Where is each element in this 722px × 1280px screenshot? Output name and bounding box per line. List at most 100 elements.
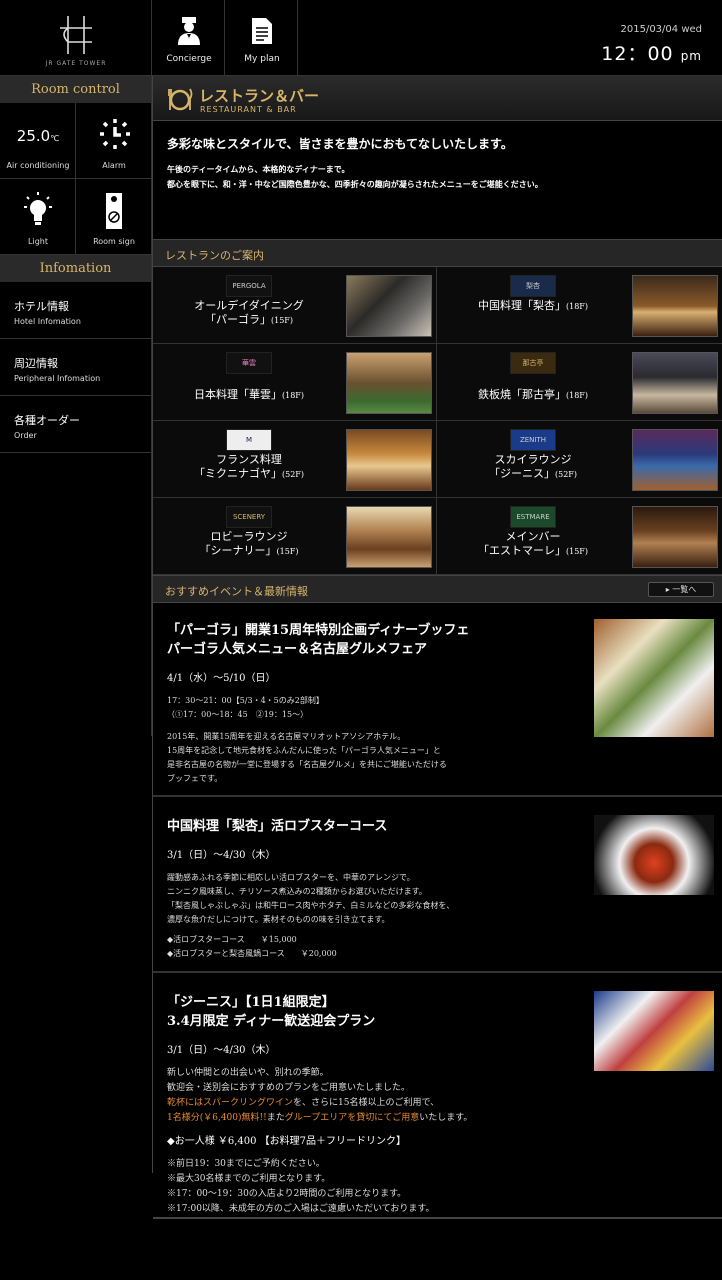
- sidebar-item-order[interactable]: 各種オーダー Order: [0, 396, 151, 453]
- restaurant-card[interactable]: PERGOLA オールデイダイニング 「パーゴラ」(15F): [153, 267, 437, 344]
- event-note: ※17：00～19：30の入店より2時間のご利用となります。: [167, 1189, 407, 1199]
- events-section-heading: おすすめイベント＆最新情報 ▸ 一覧へ: [153, 575, 722, 603]
- restaurant-photo: [346, 429, 432, 491]
- hotel-logo: JR GATE TOWER: [0, 0, 152, 76]
- peripheral-information-sublabel: Peripheral Infomation: [14, 374, 101, 383]
- event-text-line: ◆活ロブスターと梨杏風鍋コース ￥20,000: [167, 949, 337, 958]
- restaurant-logo: ZENITH: [510, 429, 556, 451]
- event-photo: [594, 619, 714, 737]
- restaurant-card[interactable]: ZENITH スカイラウンジ 「ジーニス」(52F): [437, 421, 722, 498]
- top-bar: JR GATE TOWER Concierge My plan 2015/03/…: [0, 0, 722, 76]
- event-note: ※最大30名様までのご利用となります。: [167, 1174, 331, 1184]
- restaurant-floor: (15F): [566, 547, 588, 556]
- restaurant-logo: 那古亭: [510, 352, 556, 374]
- logo-mark-icon: [60, 16, 92, 54]
- restaurant-floor: (18F): [282, 391, 304, 400]
- restaurant-floor: (15F): [271, 316, 293, 325]
- restaurant-photo: [632, 352, 718, 414]
- document-icon: [252, 18, 272, 44]
- event-text-line: 濃厚な魚介だしにつけて。素材そのものの味を引き立てます。: [167, 915, 390, 924]
- concierge-button[interactable]: Concierge: [153, 0, 225, 76]
- highlight-text: グループエリアを貸切にてご用意: [284, 1113, 420, 1123]
- sidebar: Room control 25.0℃ Air conditioning Alar…: [0, 76, 152, 736]
- hotel-information-label: ホテル情報: [14, 300, 69, 313]
- restaurant-name: 中国料理「梨杏」(18F): [443, 299, 623, 314]
- room-sign-control[interactable]: Room sign: [76, 179, 152, 255]
- restaurant-name-line-2: 「エストマーレ」: [478, 544, 566, 557]
- restaurant-name: メインバー 「エストマーレ」(15F): [443, 530, 623, 559]
- event-text-line: 乾杯にはスパークリングワインを、さらに15名様以上のご利用で、: [167, 1096, 708, 1111]
- page-header: レストラン＆バー RESTAURANT & BAR: [153, 76, 722, 121]
- event-text: いたします。: [419, 1113, 473, 1123]
- order-label: 各種オーダー: [14, 414, 80, 427]
- air-conditioning-label: Air conditioning: [6, 161, 70, 170]
- events-section-title: おすすめイベント＆最新情報: [165, 585, 308, 598]
- restaurant-icon: [168, 88, 193, 111]
- restaurant-card[interactable]: SCENERY ロビーラウンジ 「シーナリー」(15F): [153, 498, 437, 575]
- main-content: レストラン＆バー RESTAURANT & BAR 多彩な味とスタイルで、皆さま…: [152, 76, 722, 1219]
- restaurant-card[interactable]: 那古亭 鉄板焼「那古亭」(18F): [437, 344, 722, 421]
- peripheral-information-label: 周辺情報: [14, 357, 58, 370]
- room-control-heading: Room control: [0, 76, 151, 103]
- time-ampm: pm: [680, 49, 702, 63]
- room-sign-label: Room sign: [93, 237, 135, 246]
- restaurant-logo: ESTMARE: [510, 506, 556, 528]
- highlight-text: 1名様分(￥6,400)無料!!: [167, 1113, 267, 1123]
- restaurant-name-line-1: フランス料理: [216, 453, 282, 466]
- restaurant-photo: [346, 352, 432, 414]
- event-note: ※前日19：30までにご予約ください。: [167, 1159, 325, 1169]
- restaurant-name-line-1: 中国料理「梨杏」: [478, 299, 566, 312]
- event-item[interactable]: 「パーゴラ」開業15周年特別企画ディナーブッフェ パーゴラ人気メニュー＆名古屋グ…: [153, 603, 722, 797]
- restaurant-name: フランス料理 「ミクニナゴヤ」(52F): [159, 453, 339, 482]
- event-photo: [594, 815, 714, 895]
- restaurant-name: スカイラウンジ 「ジーニス」(52F): [443, 453, 623, 482]
- event-text-line: 15周年を記念して地元食材をふんだんに使った「パーゴラ人気メニュー」と: [167, 746, 441, 755]
- temperature-value: 25.0℃: [0, 127, 76, 145]
- my-plan-button[interactable]: My plan: [226, 0, 298, 76]
- restaurant-name: 日本料理「華雲」(18F): [159, 388, 339, 403]
- restaurant-name-line-1: ロビーラウンジ: [210, 530, 288, 543]
- event-note: ※17:00以降、未成年の方のご入場はご遠慮いただいております。: [167, 1204, 435, 1214]
- intro: 多彩な味とスタイルで、皆さまを豊かにおもてなしいたします。 午後のティータイムか…: [153, 121, 722, 239]
- restaurant-name-line-2: 「パーゴラ」: [205, 313, 271, 326]
- restaurant-photo: [632, 275, 718, 337]
- logo-text: JR GATE TOWER: [45, 60, 107, 67]
- restaurant-logo: M: [226, 429, 272, 451]
- event-text-line: ブッフェです。: [167, 774, 223, 783]
- current-date: 2015/03/04 wed: [620, 24, 703, 35]
- event-text-line: ◆活ロブスターコース ￥15,000: [167, 935, 297, 944]
- my-plan-label: My plan: [244, 54, 280, 64]
- restaurant-name: オールデイダイニング 「パーゴラ」(15F): [159, 299, 339, 328]
- restaurant-name-line-1: メインバー: [505, 530, 561, 543]
- restaurant-name: ロビーラウンジ 「シーナリー」(15F): [159, 530, 339, 559]
- temperature-unit: ℃: [50, 134, 60, 143]
- clock-icon: [100, 119, 130, 149]
- alarm-control[interactable]: Alarm: [76, 103, 152, 179]
- restaurant-floor: (52F): [555, 470, 577, 479]
- restaurant-card[interactable]: 華雲 日本料理「華雲」(18F): [153, 344, 437, 421]
- restaurant-floor: (52F): [282, 470, 304, 479]
- restaurant-logo: 華雲: [226, 352, 272, 374]
- current-time: 12：00 pm: [601, 39, 702, 66]
- light-label: Light: [28, 237, 48, 246]
- sidebar-item-hotel-information[interactable]: ホテル情報 Hotel Infomation: [0, 282, 151, 339]
- hotel-information-sublabel: Hotel Infomation: [14, 317, 81, 326]
- time-value: 12：00: [601, 43, 674, 65]
- information-heading: Infomation: [0, 255, 151, 282]
- sidebar-item-peripheral-information[interactable]: 周辺情報 Peripheral Infomation: [0, 339, 151, 396]
- restaurant-name-line-1: オールデイダイニング: [194, 299, 304, 312]
- restaurant-card[interactable]: ESTMARE メインバー 「エストマーレ」(15F): [437, 498, 722, 575]
- event-item[interactable]: 「ジーニス」【1日1組限定】 3.4月限定 ディナー歓送迎会プラン 3/1（日）…: [153, 973, 722, 1219]
- restaurant-card[interactable]: M フランス料理 「ミクニナゴヤ」(52F): [153, 421, 437, 498]
- event-item[interactable]: 中国料理「梨杏」活ロブスターコース 3/1（日）～4/30（木） 躍動感あふれる…: [153, 797, 722, 973]
- light-control[interactable]: Light: [0, 179, 76, 255]
- restaurant-name-line-1: スカイラウンジ: [494, 453, 572, 466]
- intro-line-1: 午後のティータイムから、本格的なディナーまで。: [167, 165, 350, 174]
- view-all-button[interactable]: ▸ 一覧へ: [648, 582, 714, 597]
- air-conditioning-control[interactable]: 25.0℃ Air conditioning: [0, 103, 76, 179]
- restaurant-floor: (18F): [566, 391, 588, 400]
- temperature-number: 25.0: [16, 127, 51, 145]
- restaurant-section-title: レストランのご案内: [165, 249, 264, 262]
- restaurant-card[interactable]: 梨杏 中国料理「梨杏」(18F): [437, 267, 722, 344]
- restaurant-name-line-1: 日本料理「華雲」: [194, 388, 282, 401]
